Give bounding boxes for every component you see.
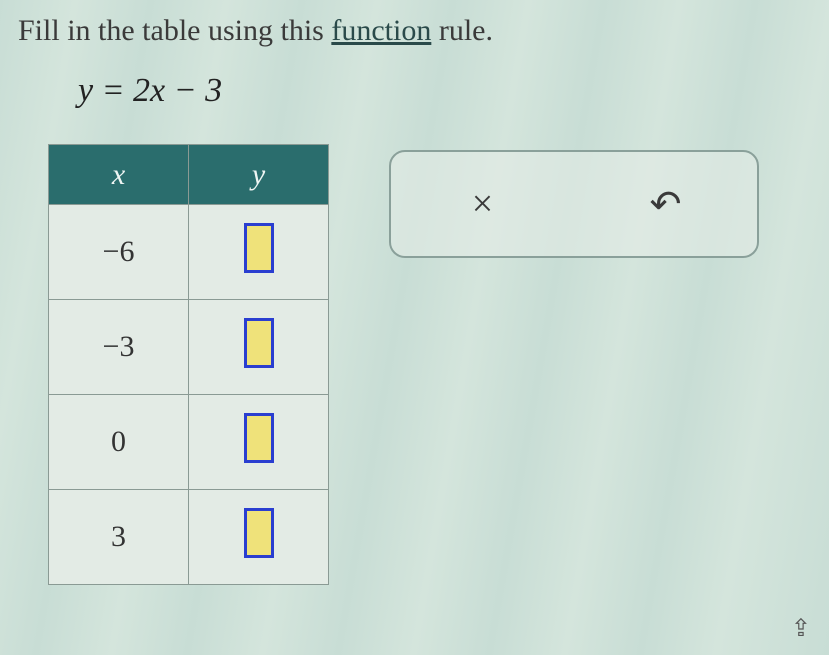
corner-icon[interactable]: ⇪ bbox=[791, 614, 811, 643]
function-table: x y −6 −3 0 3 bbox=[48, 144, 329, 585]
y-input[interactable] bbox=[244, 318, 274, 368]
y-input[interactable] bbox=[244, 223, 274, 273]
table-row: −3 bbox=[49, 300, 329, 395]
x-cell: 3 bbox=[49, 490, 189, 585]
x-icon: × bbox=[472, 182, 493, 226]
y-cell bbox=[189, 300, 329, 395]
undo-button[interactable]: ↶ bbox=[636, 174, 696, 234]
y-cell bbox=[189, 205, 329, 300]
undo-icon: ↶ bbox=[650, 182, 682, 227]
instruction-pre: Fill in the table using this bbox=[18, 14, 331, 47]
x-cell: −6 bbox=[49, 205, 189, 300]
table-row: −6 bbox=[49, 205, 329, 300]
instruction-text: Fill in the table using this function ru… bbox=[18, 14, 811, 48]
y-cell bbox=[189, 490, 329, 585]
table-header-row: x y bbox=[49, 145, 329, 205]
x-cell: −3 bbox=[49, 300, 189, 395]
y-input[interactable] bbox=[244, 413, 274, 463]
y-input[interactable] bbox=[244, 508, 274, 558]
function-link[interactable]: function bbox=[331, 14, 431, 47]
main-row: x y −6 −3 0 3 × ↶ bbox=[48, 144, 811, 585]
y-cell bbox=[189, 395, 329, 490]
action-panel: × ↶ bbox=[389, 150, 759, 258]
table-row: 0 bbox=[49, 395, 329, 490]
instruction-post: rule. bbox=[431, 14, 493, 47]
header-x: x bbox=[49, 145, 189, 205]
clear-button[interactable]: × bbox=[453, 174, 513, 234]
header-y: y bbox=[189, 145, 329, 205]
table-row: 3 bbox=[49, 490, 329, 585]
equation: y = 2x − 3 bbox=[78, 72, 811, 110]
x-cell: 0 bbox=[49, 395, 189, 490]
